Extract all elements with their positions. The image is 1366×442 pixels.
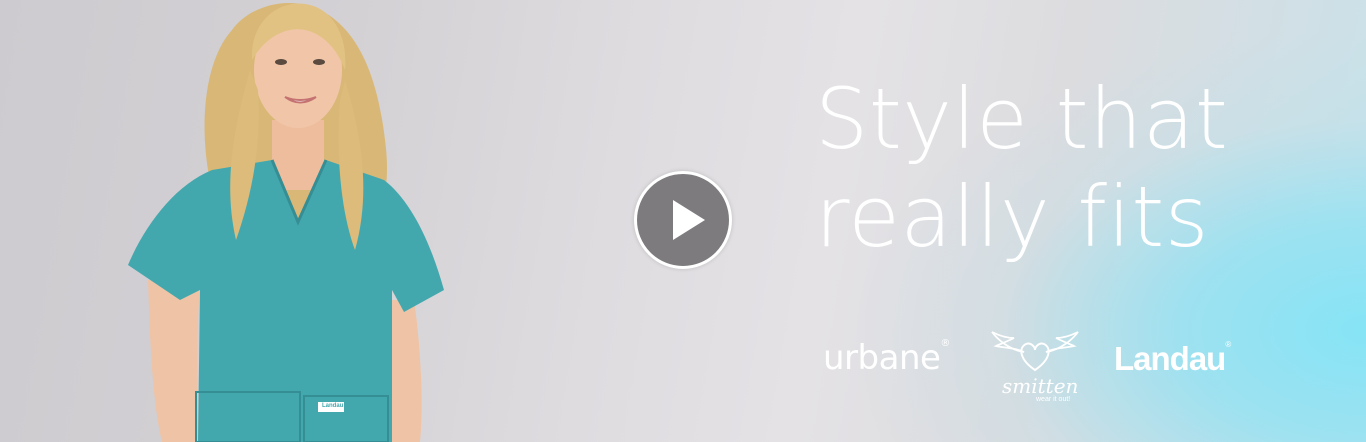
- hero-banner: Landau Style that really fits urbane® sm…: [0, 0, 1366, 442]
- urbane-registered-mark: ®: [940, 338, 950, 349]
- headline: Style that really fits: [815, 70, 1228, 266]
- urbane-logo-text: urbane: [823, 338, 941, 378]
- play-video-button[interactable]: [634, 171, 732, 269]
- headline-line-2: really fits: [815, 168, 1210, 266]
- smitten-tagline: wear it out!: [1036, 396, 1071, 403]
- winged-heart-icon: [991, 331, 1079, 372]
- play-icon: [673, 200, 705, 240]
- smitten-logo: smitten wear it out!: [990, 330, 1080, 404]
- scrub-label: Landau: [322, 403, 344, 409]
- landau-registered-mark: ®: [1225, 340, 1231, 349]
- urbane-logo: urbane®: [823, 338, 950, 378]
- smitten-logo-text: smitten: [1002, 374, 1079, 398]
- headline-line-1: Style that: [815, 70, 1229, 168]
- landau-logo: Landau®: [1114, 340, 1231, 378]
- landau-logo-text: Landau: [1114, 340, 1226, 377]
- model-in-teal-scrubs-image: [128, 2, 444, 442]
